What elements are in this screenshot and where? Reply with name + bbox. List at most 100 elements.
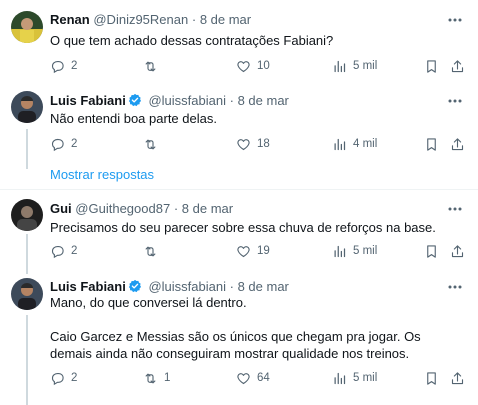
views-icon [332, 244, 347, 259]
reply-icon [50, 244, 65, 259]
thread-line [26, 234, 28, 274]
bookmark-button[interactable] [424, 135, 439, 153]
separator-dot: · [173, 201, 179, 216]
like-count: 64 [257, 372, 270, 384]
tweet[interactable]: Luis Fabiani @luissfabiani · 8 de mar Nã… [0, 84, 478, 169]
avatar[interactable] [11, 91, 43, 123]
more-icon[interactable] [446, 93, 464, 109]
bookmark-button[interactable] [424, 57, 439, 75]
author-name[interactable]: Gui [50, 201, 72, 216]
tweet-date[interactable]: 8 de mar [182, 201, 233, 216]
tweet-text: Precisamos do seu parecer sobre essa chu… [50, 220, 436, 235]
avatar[interactable] [11, 199, 43, 231]
reply-icon [50, 59, 65, 74]
more-icon[interactable] [446, 12, 464, 28]
like-icon [236, 244, 251, 259]
retweet-button[interactable] [143, 135, 164, 153]
tweet-date[interactable]: 8 de mar [238, 279, 289, 294]
tweet-actions: 2 10 5 mil [50, 57, 468, 75]
tweet-text: O que tem achado dessas contratações Fab… [50, 33, 334, 48]
like-icon [236, 371, 251, 386]
share-icon [450, 59, 465, 74]
author-name[interactable]: Luis Fabiani [50, 93, 126, 108]
tweet-text: Não entendi boa parte delas. [50, 111, 217, 126]
bookmark-icon [424, 371, 439, 386]
reply-count: 2 [71, 372, 78, 384]
share-button[interactable] [450, 57, 465, 75]
retweet-icon [143, 371, 158, 386]
author-name[interactable]: Luis Fabiani [50, 279, 126, 294]
tweet-header: Luis Fabiani @luissfabiani · 8 de mar [50, 279, 289, 295]
retweet-button[interactable]: 1 [143, 369, 170, 387]
views-count: 5 mil [353, 245, 378, 257]
reply-button[interactable]: 2 [50, 242, 77, 260]
tweet-actions: 2 19 5 mil [50, 242, 468, 260]
like-icon [236, 59, 251, 74]
reply-count: 2 [71, 60, 78, 72]
share-button[interactable] [450, 369, 465, 387]
share-icon [450, 244, 465, 259]
share-button[interactable] [450, 135, 465, 153]
views-button[interactable]: 5 mil [332, 57, 377, 75]
reply-count: 2 [71, 245, 78, 257]
bookmark-icon [424, 59, 439, 74]
author-handle[interactable]: @luissfabiani [148, 93, 226, 108]
avatar[interactable] [11, 278, 43, 310]
tweet-actions: 2 1 64 5 mil [50, 369, 468, 387]
tweet-header: Renan @Diniz95Renan · 8 de mar [50, 12, 251, 28]
retweet-icon [143, 59, 158, 74]
share-icon [450, 371, 465, 386]
bookmark-icon [424, 137, 439, 152]
bookmark-button[interactable] [424, 369, 439, 387]
tweet-text: Caio Garcez e Messias são os únicos que … [50, 329, 421, 361]
reply-button[interactable]: 2 [50, 57, 77, 75]
tweet[interactable]: Renan @Diniz95Renan · 8 de mar O que tem… [0, 0, 478, 83]
reply-button[interactable]: 2 [50, 135, 77, 153]
tweet-text: Mano, do que conversei lá dentro. [50, 295, 247, 310]
author-name[interactable]: Renan [50, 12, 90, 27]
retweet-button[interactable] [143, 57, 164, 75]
tweet[interactable]: Gui @Guithegood87 · 8 de mar Precisamos … [0, 190, 478, 274]
more-icon[interactable] [446, 279, 464, 295]
reply-count: 2 [71, 138, 78, 150]
views-count: 5 mil [353, 60, 378, 72]
views-button[interactable]: 4 mil [332, 135, 377, 153]
retweet-icon [143, 244, 158, 259]
separator-dot: · [229, 279, 234, 294]
views-button[interactable]: 5 mil [332, 242, 377, 260]
tweet-header: Gui @Guithegood87 · 8 de mar [50, 201, 233, 217]
thread-line [26, 315, 28, 405]
verified-icon [128, 279, 142, 293]
views-count: 4 mil [353, 138, 378, 150]
views-icon [332, 371, 347, 386]
like-button[interactable]: 19 [236, 242, 270, 260]
bookmark-button[interactable] [424, 242, 439, 260]
author-handle[interactable]: @Diniz95Renan [93, 12, 188, 27]
like-button[interactable]: 64 [236, 369, 270, 387]
reply-icon [50, 371, 65, 386]
retweet-button[interactable] [143, 242, 164, 260]
retweet-count: 1 [164, 372, 171, 384]
author-handle[interactable]: @luissfabiani [148, 279, 226, 294]
reply-button[interactable]: 2 [50, 369, 77, 387]
tweet-actions: 2 18 4 mil [50, 135, 468, 153]
tweet-date[interactable]: 8 de mar [238, 93, 289, 108]
share-button[interactable] [450, 242, 465, 260]
retweet-icon [143, 137, 158, 152]
author-handle[interactable]: @Guithegood87 [75, 201, 170, 216]
verified-icon [128, 93, 142, 107]
bookmark-icon [424, 244, 439, 259]
views-count: 5 mil [353, 372, 378, 384]
thread-line [26, 129, 28, 169]
like-button[interactable]: 18 [236, 135, 270, 153]
like-button[interactable]: 10 [236, 57, 270, 75]
tweet-header: Luis Fabiani @luissfabiani · 8 de mar [50, 93, 289, 109]
views-button[interactable]: 5 mil [332, 369, 377, 387]
like-count: 10 [257, 60, 270, 72]
more-icon[interactable] [446, 201, 464, 217]
views-icon [332, 59, 347, 74]
avatar[interactable] [11, 11, 43, 43]
tweet-date[interactable]: 8 de mar [200, 12, 251, 27]
tweet[interactable]: Luis Fabiani @luissfabiani · 8 de mar Ma… [0, 270, 478, 405]
show-replies-link[interactable]: Mostrar respostas [50, 167, 154, 182]
